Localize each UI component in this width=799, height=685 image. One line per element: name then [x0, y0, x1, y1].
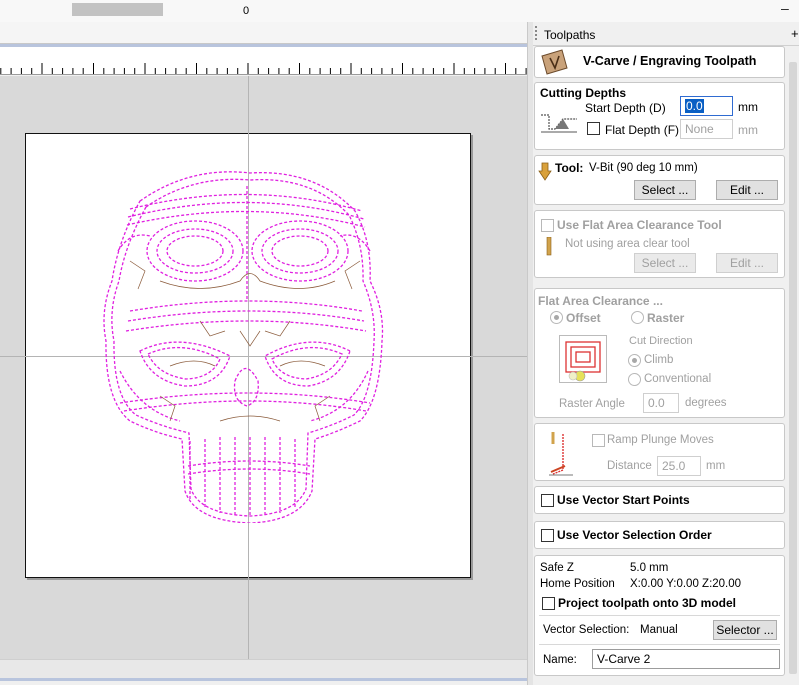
vector-selection-value: Manual — [640, 624, 678, 636]
flat-depth-label: Flat Depth (F) — [605, 123, 680, 137]
name-label: Name: — [543, 654, 577, 666]
vector-selection-order-label: Use Vector Selection Order — [557, 528, 712, 542]
panel-scrollbar-thumb[interactable] — [789, 62, 797, 674]
cutting-depths-title: Cutting Depths — [540, 86, 626, 100]
cutting-depths-section: Cutting Depths Start Depth (D) 0.0 mm Fl… — [534, 82, 785, 150]
offset-radio[interactable] — [550, 311, 563, 324]
flat-area-tool-section: Use Flat Area Clearance Tool Not using a… — [534, 210, 785, 278]
raster-label: Raster — [647, 311, 685, 325]
flat-depth-checkbox[interactable] — [587, 122, 600, 135]
panel-splitter[interactable] — [527, 22, 533, 685]
tool-edit-button[interactable]: Edit ... — [716, 180, 778, 200]
flat-depth-unit: mm — [738, 123, 758, 137]
raster-angle-label: Raster Angle — [559, 398, 625, 410]
panel-title: Toolpaths — [544, 28, 596, 42]
flat-depth-input[interactable]: None — [680, 119, 733, 139]
horizontal-scrollbar-thumb[interactable] — [72, 3, 163, 16]
safe-z-label: Safe Z — [540, 562, 574, 574]
horizontal-scrollbar[interactable] — [0, 659, 527, 678]
ramp-icon — [549, 432, 573, 476]
flat-tool-edit-button[interactable]: Edit ... — [716, 253, 778, 273]
safe-z-value: 5.0 mm — [630, 562, 669, 574]
pin-icon[interactable]: + — [791, 26, 799, 41]
depth-diagram-icon — [541, 114, 577, 133]
ramp-checkbox[interactable] — [592, 434, 605, 447]
home-position-label: Home Position — [540, 578, 615, 590]
tool-section: Tool: V-Bit (90 deg 10 mm) Select ... Ed… — [534, 155, 785, 205]
flat-area-tool-label: Use Flat Area Clearance Tool — [557, 218, 722, 232]
flat-tool-icon — [546, 237, 552, 256]
toolpath-name-input[interactable]: V-Carve 2 — [592, 649, 780, 669]
toolpath-title: V-Carve / Engraving Toolpath — [583, 54, 757, 68]
vector-start-points-checkbox[interactable] — [541, 494, 554, 507]
flat-tool-select-button[interactable]: Select ... — [634, 253, 696, 273]
flat-area-clearance-title: Flat Area Clearance ... — [538, 294, 663, 308]
climb-radio[interactable] — [628, 354, 641, 367]
ramp-distance-label: Distance — [607, 460, 652, 472]
project-3d-label: Project toolpath onto 3D model — [558, 596, 737, 610]
skull-toolpath-preview — [103, 171, 384, 523]
ramp-distance-input[interactable]: 25.0 — [657, 456, 701, 476]
ruler-zero-label: 0 — [243, 5, 250, 17]
flat-area-clearance-section: Flat Area Clearance ... Offset Raster Cu… — [534, 288, 785, 418]
project-3d-checkbox[interactable] — [542, 597, 555, 610]
flat-area-tool-checkbox[interactable] — [541, 219, 554, 232]
flat-area-tool-status: Not using area clear tool — [565, 238, 690, 250]
selector-button[interactable]: Selector ... — [713, 620, 777, 640]
cut-direction-label: Cut Direction — [629, 335, 693, 347]
conventional-radio[interactable] — [628, 373, 641, 386]
drawing-canvas[interactable] — [0, 76, 527, 659]
start-depth-unit: mm — [738, 100, 758, 114]
tool-arrow-icon — [538, 162, 552, 181]
minimize-button[interactable]: – — [781, 0, 789, 16]
view-title-bar — [0, 22, 527, 44]
panel-grip[interactable] — [535, 26, 538, 40]
offset-label: Offset — [566, 311, 601, 325]
vector-selection-order-section: Use Vector Selection Order — [534, 521, 785, 549]
vector-start-points-label: Use Vector Start Points — [557, 493, 690, 507]
vector-selection-label: Vector Selection: — [543, 624, 630, 636]
vector-selection-order-checkbox[interactable] — [541, 529, 554, 542]
raster-angle-unit: degrees — [685, 397, 727, 409]
climb-label: Climb — [644, 354, 674, 366]
vcarve-icon — [541, 49, 568, 75]
ramp-distance-unit: mm — [706, 460, 726, 472]
conventional-label: Conventional — [644, 373, 712, 385]
home-position-value: X:0.00 Y:0.00 Z:20.00 — [630, 578, 742, 590]
start-depth-label: Start Depth (D) — [585, 101, 666, 115]
toolpath-settings-section: Safe Z 5.0 mm Home Position X:0.00 Y:0.0… — [534, 555, 785, 676]
raster-angle-input[interactable]: 0.0 — [643, 393, 679, 413]
raster-radio[interactable] — [631, 311, 644, 324]
settings-divider — [539, 615, 780, 616]
tool-select-button[interactable]: Select ... — [634, 180, 696, 200]
vector-start-points-section: Use Vector Start Points — [534, 486, 785, 514]
start-depth-input[interactable]: 0.0 — [680, 96, 733, 116]
offset-pattern-icon — [559, 335, 607, 383]
tool-label: Tool: — [555, 161, 584, 175]
settings-divider-2 — [539, 644, 780, 645]
view-bottom-border — [0, 678, 527, 681]
ramp-label: Ramp Plunge Moves — [607, 434, 714, 446]
ramp-section: Ramp Plunge Moves Distance 25.0 mm — [534, 423, 785, 481]
horizontal-ruler — [0, 47, 527, 75]
tool-name: V-Bit (90 deg 10 mm) — [589, 162, 698, 174]
toolpath-header: V-Carve / Engraving Toolpath — [534, 46, 785, 78]
